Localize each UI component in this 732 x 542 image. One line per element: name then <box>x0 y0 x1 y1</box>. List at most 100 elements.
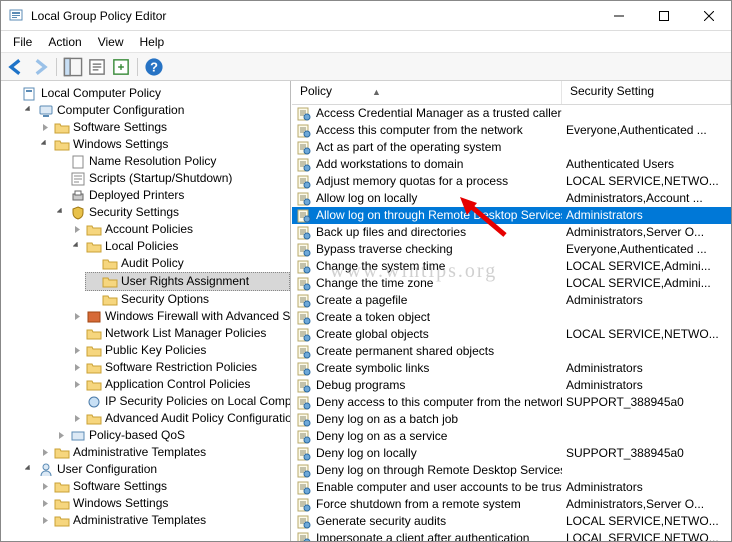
expand-icon[interactable] <box>71 241 83 253</box>
policy-name: Allow log on through Remote Desktop Serv… <box>316 207 562 224</box>
tree-label: Audit Policy <box>121 255 184 272</box>
expand-icon[interactable] <box>55 207 67 219</box>
tree-root[interactable]: Local Computer Policy <box>5 85 290 102</box>
tree-item[interactable]: Security Options <box>85 291 290 308</box>
policy-row[interactable]: Create a pagefileAdministrators <box>292 292 731 309</box>
tree-item[interactable]: Network List Manager Policies <box>69 325 290 342</box>
tree-item[interactable]: Windows Settings <box>37 495 290 512</box>
properties-button[interactable] <box>86 56 108 78</box>
gpedit-window: Local Group Policy Editor File Action Vi… <box>0 0 732 542</box>
expand-icon[interactable] <box>71 345 83 357</box>
tree-item[interactable]: Software Restriction Policies <box>69 359 290 376</box>
policy-row[interactable]: Deny access to this computer from the ne… <box>292 394 731 411</box>
tree-item[interactable]: Account Policies <box>69 221 290 238</box>
expand-icon[interactable] <box>39 122 51 134</box>
menu-view[interactable]: View <box>90 33 132 51</box>
policy-row[interactable]: Add workstations to domainAuthenticated … <box>292 156 731 173</box>
expand-icon[interactable] <box>23 105 35 117</box>
minimize-button[interactable] <box>596 1 641 30</box>
tree-item[interactable]: Policy-based QoS <box>53 427 290 444</box>
tree-computer-config[interactable]: Computer Configuration <box>21 102 290 119</box>
policy-row[interactable]: Create permanent shared objects <box>292 343 731 360</box>
tree-security-settings[interactable]: Security Settings <box>53 204 290 221</box>
tree-local-policies[interactable]: Local Policies <box>69 238 290 255</box>
tree-user-config[interactable]: User Configuration <box>21 461 290 478</box>
menu-file[interactable]: File <box>5 33 40 51</box>
policy-row[interactable]: Enable computer and user accounts to be … <box>292 479 731 496</box>
policy-row[interactable]: Create symbolic linksAdministrators <box>292 360 731 377</box>
tree-user-rights-assignment[interactable]: User Rights Assignment <box>85 272 290 291</box>
tree-item[interactable]: IP Security Policies on Local Computer <box>69 393 290 410</box>
show-hide-tree-button[interactable] <box>62 56 84 78</box>
policy-row[interactable]: Force shutdown from a remote systemAdmin… <box>292 496 731 513</box>
back-button[interactable] <box>5 56 27 78</box>
tree-item[interactable]: Advanced Audit Policy Configuration <box>69 410 290 427</box>
expand-icon[interactable] <box>71 413 83 425</box>
tree-label: Network List Manager Policies <box>105 325 266 342</box>
expand-icon[interactable] <box>55 430 67 442</box>
policy-row[interactable]: Deny log on locallySUPPORT_388945a0 <box>292 445 731 462</box>
col-security-setting[interactable]: Security Setting <box>562 81 731 104</box>
expand-icon[interactable] <box>71 311 83 323</box>
tree-item[interactable]: Name Resolution Policy <box>53 153 290 170</box>
list-body[interactable]: Access Credential Manager as a trusted c… <box>292 105 731 541</box>
policy-item-icon <box>296 208 312 224</box>
help-button[interactable]: ? <box>143 56 165 78</box>
column-headers: Policy▲ Security Setting <box>292 81 731 105</box>
policy-row[interactable]: Change the time zoneLOCAL SERVICE,Admini… <box>292 275 731 292</box>
tree-item[interactable]: Scripts (Startup/Shutdown) <box>53 170 290 187</box>
export-button[interactable] <box>110 56 132 78</box>
expand-icon[interactable] <box>39 515 51 527</box>
expand-icon[interactable] <box>71 362 83 374</box>
policy-item-icon <box>296 429 312 445</box>
expand-icon[interactable] <box>71 379 83 391</box>
tree-item[interactable]: Administrative Templates <box>37 512 290 529</box>
tree-item[interactable]: Application Control Policies <box>69 376 290 393</box>
policy-row[interactable]: Deny log on through Remote Desktop Servi… <box>292 462 731 479</box>
tree-item[interactable]: Audit Policy <box>85 255 290 272</box>
policy-row[interactable]: Change the system timeLOCAL SERVICE,Admi… <box>292 258 731 275</box>
menu-action[interactable]: Action <box>40 33 89 51</box>
policy-row[interactable]: Access Credential Manager as a trusted c… <box>292 105 731 122</box>
policy-row[interactable]: Deny log on as a service <box>292 428 731 445</box>
forward-button[interactable] <box>29 56 51 78</box>
tree-item[interactable]: Public Key Policies <box>69 342 290 359</box>
expand-icon[interactable] <box>39 498 51 510</box>
policy-row[interactable]: Bypass traverse checkingEveryone,Authent… <box>292 241 731 258</box>
menu-help[interactable]: Help <box>132 33 173 51</box>
tree-label: Windows Firewall with Advanced Security <box>105 308 291 325</box>
collapse-icon[interactable] <box>7 88 19 100</box>
maximize-button[interactable] <box>641 1 686 30</box>
folder-icon <box>86 411 102 427</box>
policy-row[interactable]: Back up files and directoriesAdministrat… <box>292 224 731 241</box>
tree-pane[interactable]: Local Computer Policy Computer Configura… <box>1 81 291 541</box>
tree-item[interactable]: Software Settings <box>37 478 290 495</box>
expand-icon[interactable] <box>39 447 51 459</box>
policy-row[interactable]: Impersonate a client after authenticatio… <box>292 530 731 541</box>
expand-icon[interactable] <box>39 139 51 151</box>
tree-item[interactable]: Deployed Printers <box>53 187 290 204</box>
policy-row[interactable]: Create global objectsLOCAL SERVICE,NETWO… <box>292 326 731 343</box>
policy-name: Impersonate a client after authenticatio… <box>316 530 529 541</box>
policy-row[interactable]: Allow log on through Remote Desktop Serv… <box>292 207 731 224</box>
expand-icon[interactable] <box>39 481 51 493</box>
policy-row[interactable]: Deny log on as a batch job <box>292 411 731 428</box>
folder-icon <box>86 343 102 359</box>
policy-row[interactable]: Allow log on locallyAdministrators,Accou… <box>292 190 731 207</box>
tree-item[interactable]: Administrative Templates <box>37 444 290 461</box>
policy-row[interactable]: Act as part of the operating system <box>292 139 731 156</box>
tree-item[interactable]: Windows Settings <box>37 136 290 153</box>
expand-icon[interactable] <box>71 224 83 236</box>
col-policy[interactable]: Policy▲ <box>292 81 562 104</box>
policy-row[interactable]: Debug programsAdministrators <box>292 377 731 394</box>
expand-icon[interactable] <box>23 464 35 476</box>
policy-row[interactable]: Create a token object <box>292 309 731 326</box>
tree-label: IP Security Policies on Local Computer <box>105 393 291 410</box>
policy-row[interactable]: Generate security auditsLOCAL SERVICE,NE… <box>292 513 731 530</box>
policy-row[interactable]: Adjust memory quotas for a processLOCAL … <box>292 173 731 190</box>
policy-item-icon <box>296 276 312 292</box>
tree-item[interactable]: Software Settings <box>37 119 290 136</box>
tree-item[interactable]: Windows Firewall with Advanced Security <box>69 308 290 325</box>
close-button[interactable] <box>686 1 731 30</box>
policy-row[interactable]: Access this computer from the networkEve… <box>292 122 731 139</box>
